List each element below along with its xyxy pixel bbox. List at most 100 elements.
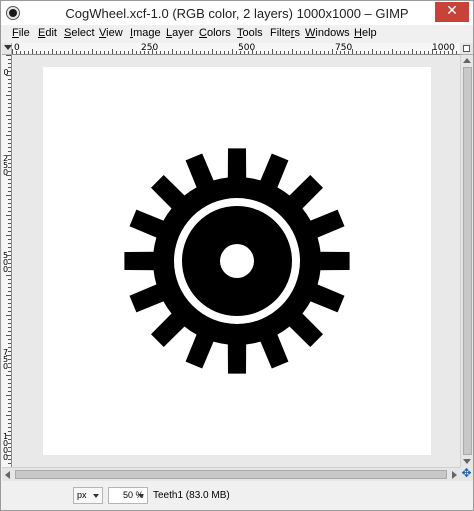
- ruler-tick: [44, 51, 45, 54]
- menu-filters[interactable]: Filters: [270, 27, 300, 39]
- menu-layer[interactable]: Layer: [166, 27, 194, 39]
- horizontal-scroll-thumb[interactable]: [15, 470, 447, 479]
- ruler-tick: [84, 51, 85, 54]
- ruler-tick: [56, 51, 57, 54]
- ruler-tick: [8, 131, 11, 132]
- scroll-up-arrow-icon[interactable]: [463, 58, 471, 63]
- ruler-tick: [8, 167, 11, 168]
- ruler-tick: [336, 51, 337, 54]
- quick-mask-corner-button[interactable]: [2, 43, 12, 55]
- ruler-tick: [352, 49, 353, 54]
- ruler-tick: [348, 51, 349, 54]
- close-button[interactable]: ✕: [435, 2, 469, 22]
- ruler-tick: [232, 49, 233, 54]
- ruler-tick: [100, 51, 101, 54]
- ruler-tick: [8, 159, 11, 160]
- ruler-tick: [8, 279, 11, 280]
- navigate-icon[interactable]: ✥: [460, 467, 473, 481]
- scroll-right-arrow-icon[interactable]: [452, 471, 457, 479]
- ruler-tick: [144, 51, 145, 54]
- scroll-left-arrow-icon[interactable]: [5, 471, 10, 479]
- ruler-tick: [192, 49, 193, 54]
- ruler-tick: [72, 49, 73, 54]
- ruler-tick: [8, 59, 11, 60]
- scroll-down-arrow-icon[interactable]: [463, 459, 471, 464]
- ruler-tick: [6, 215, 11, 216]
- ruler-tick: [8, 343, 11, 344]
- ruler-tick: [88, 51, 89, 54]
- ruler-tick: [104, 51, 105, 54]
- cog-tooth: [227, 340, 247, 374]
- ruler-tick: [8, 459, 11, 460]
- title-bar: CogWheel.xcf-1.0 (RGB color, 2 layers) 1…: [1, 1, 473, 25]
- ruler-tick: [332, 49, 333, 54]
- menu-file[interactable]: File: [12, 27, 30, 39]
- menu-tools[interactable]: Tools: [237, 27, 263, 39]
- ruler-tick: [108, 51, 109, 54]
- ruler-tick: [8, 291, 11, 292]
- menu-help[interactable]: Help: [354, 27, 377, 39]
- menu-windows[interactable]: Windows: [305, 27, 350, 39]
- ruler-tick: [356, 51, 357, 54]
- menu-view[interactable]: View: [99, 27, 123, 39]
- ruler-tick: [424, 51, 425, 54]
- ruler-tick: [8, 311, 11, 312]
- ruler-tick: [316, 51, 317, 54]
- vertical-scrollbar[interactable]: [460, 55, 473, 467]
- menu-edit[interactable]: Edit: [38, 27, 57, 39]
- ruler-tick: [176, 51, 177, 54]
- ruler-tick: [8, 239, 11, 240]
- menu-select[interactable]: Select: [64, 27, 95, 39]
- ruler-tick: [180, 51, 181, 54]
- ruler-tick: [60, 51, 61, 54]
- cog-tooth: [227, 148, 247, 182]
- ruler-tick: [8, 271, 11, 272]
- ruler-tick: [420, 51, 421, 54]
- ruler-tick: [256, 51, 257, 54]
- ruler-tick: [6, 75, 11, 76]
- ruler-tick: [8, 327, 11, 328]
- ruler-tick: [308, 51, 309, 54]
- vertical-ruler[interactable]: 0 250 500 750 1000: [2, 55, 12, 468]
- ruler-tick: [376, 51, 377, 54]
- ruler-tick: [8, 171, 11, 172]
- window-title: CogWheel.xcf-1.0 (RGB color, 2 layers) 1…: [65, 6, 409, 21]
- ruler-tick: [8, 407, 11, 408]
- cogwheel-image: [124, 148, 350, 374]
- ruler-tick: [8, 411, 11, 412]
- horizontal-scrollbar[interactable]: [2, 467, 460, 481]
- image-canvas[interactable]: [43, 67, 431, 455]
- zoom-select[interactable]: 50 %: [108, 487, 148, 504]
- ruler-end-corner: [460, 43, 473, 55]
- layer-info-text: Teeth1 (83.0 MB): [153, 490, 230, 501]
- ruler-tick: [184, 51, 185, 54]
- vertical-scroll-thumb[interactable]: [463, 67, 472, 455]
- chevron-down-icon: [138, 494, 144, 498]
- ruler-tick: [428, 51, 429, 54]
- ruler-tick: [8, 363, 11, 364]
- ruler-tick: [6, 115, 11, 116]
- ruler-tick: [8, 227, 11, 228]
- ruler-tick: [8, 199, 11, 200]
- ruler-tick: [8, 207, 11, 208]
- horizontal-ruler[interactable]: 0 250 500 750 1000: [12, 43, 460, 55]
- ruler-tick: [368, 51, 369, 54]
- ruler-tick: [8, 419, 11, 420]
- unit-select[interactable]: px: [73, 487, 103, 504]
- ruler-tick: [8, 463, 11, 464]
- ruler-tick: [6, 195, 11, 196]
- ruler-tick: [416, 51, 417, 54]
- menu-colors[interactable]: Colors: [199, 27, 231, 39]
- ruler-tick: [160, 51, 161, 54]
- ruler-tick: [12, 49, 13, 54]
- ruler-tick: [8, 151, 11, 152]
- ruler-tick: [6, 235, 11, 236]
- ruler-tick: [404, 51, 405, 54]
- ruler-tick: [196, 51, 197, 54]
- ruler-tick: [40, 51, 41, 54]
- menu-image[interactable]: Image: [130, 27, 161, 39]
- ruler-tick: [8, 79, 11, 80]
- canvas-area[interactable]: [13, 55, 460, 467]
- ruler-tick: [6, 175, 11, 176]
- ruler-tick: [288, 51, 289, 54]
